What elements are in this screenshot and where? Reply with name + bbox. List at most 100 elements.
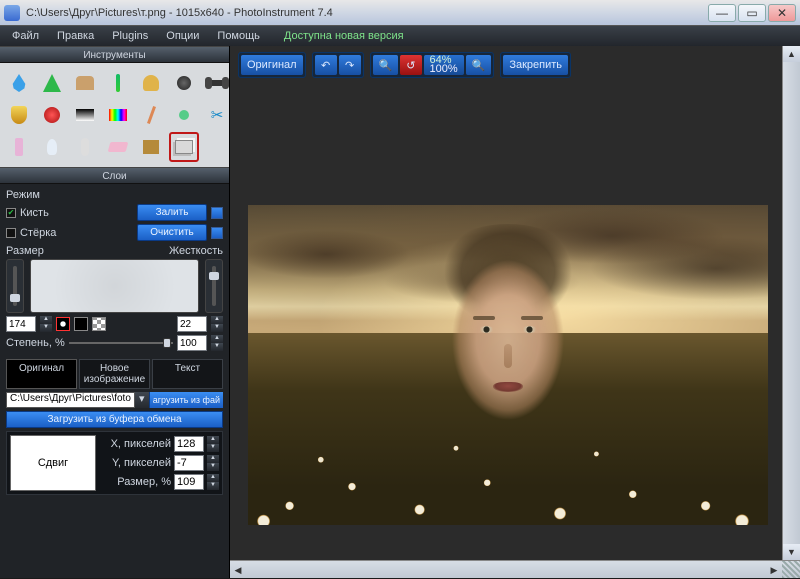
zoom-in-button[interactable]: 🔍 [466,55,492,75]
original-button[interactable]: Оригинал [241,55,303,75]
scissors-tool[interactable]: ✂ [202,100,232,130]
stamp-tool[interactable] [136,68,166,98]
stamp-icon [143,75,159,91]
fill-button[interactable]: Залить [137,204,207,221]
mode-brush-row[interactable]: ✔ Кисть [6,207,49,219]
drop-icon [10,74,28,92]
image-stage[interactable] [240,176,776,554]
hardness-value[interactable]: 22 [177,316,207,332]
hscroll-track[interactable] [246,561,766,578]
layers-tool[interactable] [169,132,199,162]
clear-toggle[interactable] [211,227,223,239]
offset-x-spin[interactable]: ▲▼ [207,436,219,452]
load-from-clipboard-button[interactable]: Загрузить из буфера обмена [6,411,223,428]
offset-y-label: Y, пикселей [112,457,171,469]
size-value[interactable]: 174 [6,316,36,332]
menu-options[interactable]: Опции [158,28,207,44]
scroll-down-icon[interactable]: ▼ [783,544,800,560]
menu-plugins[interactable]: Plugins [104,28,156,44]
tools-panel-title: Инструменты [0,46,229,63]
path-input[interactable]: C:\Users\Друг\Pictures\foto na [6,392,135,408]
zoom-chip[interactable]: 64% 100% [424,55,464,75]
minimize-button[interactable]: — [708,4,736,22]
offset-y-value[interactable]: -7 [174,455,204,471]
hue-tool[interactable] [103,100,133,130]
color-swatch-alpha[interactable] [92,317,106,331]
shield-icon [11,106,27,124]
dumbbell-tool[interactable] [202,68,232,98]
tab-original[interactable]: Оригинал [6,359,77,389]
zoom-reset-button[interactable]: ↺ [400,55,421,75]
pin-button[interactable]: Закрепить [503,55,568,75]
mode-brush-checkbox[interactable]: ✔ [6,208,16,218]
eraser-tool[interactable] [103,132,133,162]
denoise-icon [179,110,189,120]
size-slider[interactable] [6,259,24,313]
load-from-file-button[interactable]: агрузить из фай [149,392,223,408]
scroll-left-icon[interactable]: ◀ [230,561,246,578]
box-tool[interactable] [136,132,166,162]
offset-thumbnail[interactable]: Сдвиг [10,435,96,491]
undo-icon: ↶ [321,59,330,72]
menu-help[interactable]: Помощь [209,28,268,44]
bottle-tool[interactable] [4,132,34,162]
horizontal-scrollbar[interactable]: ◀ ▶ [230,560,800,578]
redcircle-tool[interactable] [37,100,67,130]
drop-tool[interactable] [4,68,34,98]
dumbbell-icon [207,80,227,86]
hue-icon [109,109,127,121]
spiral-tool[interactable] [70,132,100,162]
offset-size-value[interactable]: 109 [174,474,204,490]
zoom-out-button[interactable]: 🔍 [373,55,399,75]
redo-button[interactable]: ↷ [339,55,361,75]
resize-grip[interactable] [782,561,800,578]
undo-button[interactable]: ↶ [315,55,337,75]
degree-label: Степень, % [6,337,65,349]
mode-eraser-checkbox[interactable] [6,228,16,238]
menu-edit[interactable]: Правка [49,28,102,44]
size-spin[interactable]: ▲▼ [40,316,52,332]
color-swatch-fg[interactable] [74,317,88,331]
hand-tool[interactable] [70,68,100,98]
offset-thumb-label: Сдвиг [38,457,68,469]
degree-value[interactable]: 100 [177,335,207,351]
mode-eraser-row[interactable]: Стёрка [6,227,56,239]
clear-button[interactable]: Очистить [137,224,207,241]
menu-file[interactable]: Файл [4,28,47,44]
tab-newimage[interactable]: Новое изображение [79,359,150,389]
brush-tool[interactable] [103,68,133,98]
scroll-right-icon[interactable]: ▶ [766,561,782,578]
hardness-label: Жесткость [169,245,223,257]
tab-text[interactable]: Текст [152,359,223,389]
bulb-tool[interactable] [37,132,67,162]
eraser-icon [108,142,129,152]
denoise-tool[interactable] [169,100,199,130]
degree-spin[interactable]: ▲▼ [211,335,223,351]
maximize-button[interactable]: ▭ [738,4,766,22]
fill-toggle[interactable] [211,207,223,219]
dot-tool[interactable] [169,68,199,98]
close-button[interactable]: ✕ [768,4,796,22]
vertical-scrollbar[interactable]: ▲ ▼ [782,46,800,560]
pencil-tool[interactable] [136,100,166,130]
hardness-spin[interactable]: ▲▼ [211,316,223,332]
path-dropdown[interactable]: ▾ [135,392,149,408]
shield-tool[interactable] [4,100,34,130]
titlebar: C:\Users\Друг\Pictures\т.png - 1015x640 … [0,0,800,26]
offset-size-spin[interactable]: ▲▼ [207,474,219,490]
dot-icon [177,76,191,90]
sidebar: Инструменты ✂ Слои Режим [0,46,230,578]
grayscale-tool[interactable] [70,100,100,130]
degree-slider[interactable] [69,337,173,349]
color-swatch-ring[interactable] [56,317,70,331]
scroll-up-icon[interactable]: ▲ [783,46,800,62]
spiral-icon [81,138,89,156]
hardness-slider[interactable] [205,259,223,313]
cone-tool[interactable] [37,68,67,98]
offset-x-value[interactable]: 128 [174,436,204,452]
new-version-link[interactable]: Доступна новая версия [278,28,410,44]
canvas-toolbar: Оригинал ↶ ↷ 🔍 ↺ 64% 100% 🔍 Закрепить [238,52,571,78]
composited-image [248,205,768,525]
offset-y-spin[interactable]: ▲▼ [207,455,219,471]
reset-icon: ↺ [406,59,415,72]
